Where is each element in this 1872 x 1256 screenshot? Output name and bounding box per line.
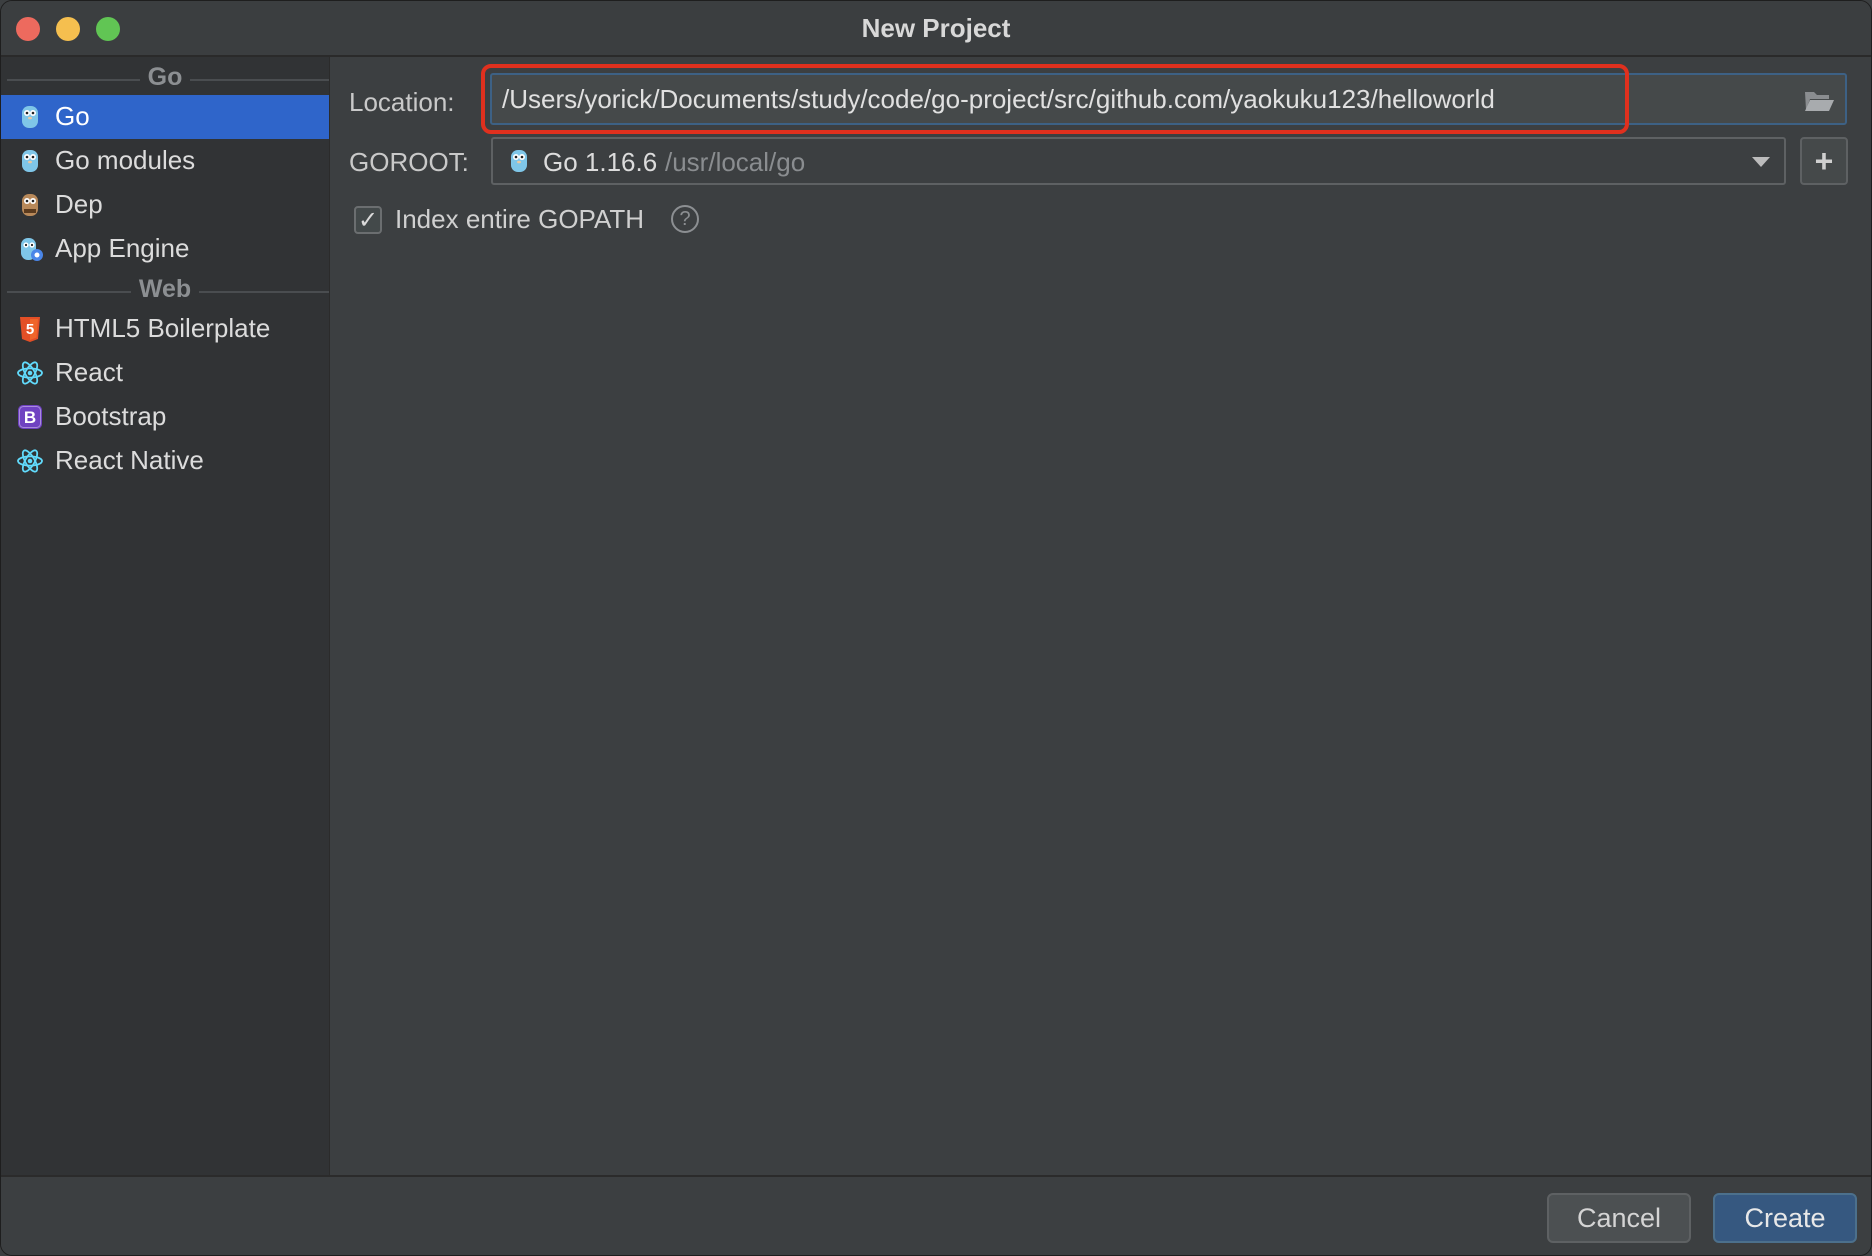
create-button[interactable]: Create	[1713, 1193, 1857, 1243]
sidebar-item-go[interactable]: Go	[1, 95, 329, 139]
gopher-icon	[511, 150, 527, 172]
sidebar-item-label: Go	[55, 101, 90, 131]
project-type-sidebar: Go Go Go modules Dep App Engine Web 5 HT…	[1, 57, 330, 1175]
help-glyph: ?	[679, 208, 691, 230]
app-engine-gopher-icon	[21, 238, 43, 261]
folder-open-icon[interactable]	[1803, 87, 1835, 113]
index-gopath-label[interactable]: Index entire GOPATH	[395, 204, 644, 235]
help-icon[interactable]: ?	[671, 205, 699, 233]
sidebar-item-react-native[interactable]: React Native	[1, 439, 329, 483]
react-icon	[17, 449, 43, 473]
sidebar-item-label: React Native	[55, 445, 204, 475]
group-header-label: Go	[139, 63, 191, 91]
svg-text:B: B	[24, 408, 36, 427]
sidebar-item-label: HTML5 Boilerplate	[55, 313, 271, 343]
html5-icon: 5	[20, 317, 40, 342]
group-header-web: Web	[1, 273, 329, 309]
group-header-go: Go	[1, 61, 329, 97]
window-title: New Project	[861, 13, 1011, 43]
location-field[interactable]: /Users/yorick/Documents/study/code/go-pr…	[490, 73, 1847, 125]
sidebar-item-go-modules[interactable]: Go modules	[1, 139, 329, 183]
sidebar-item-label: Bootstrap	[55, 401, 167, 431]
add-sdk-button[interactable]: +	[1800, 137, 1848, 185]
goroot-dropdown[interactable]: Go 1.16.6 /usr/local/go	[491, 137, 1786, 185]
gopher-icon	[22, 150, 38, 172]
goroot-version: Go 1.16.6	[543, 147, 658, 177]
sidebar-item-html5-boilerplate[interactable]: 5 HTML5 Boilerplate	[1, 307, 329, 351]
dialog-footer: Cancel Create	[1, 1175, 1871, 1255]
sidebar-item-label: App Engine	[55, 233, 190, 263]
sidebar-item-react[interactable]: React	[1, 351, 329, 395]
location-input[interactable]: /Users/yorick/Documents/study/code/go-pr…	[502, 84, 1495, 115]
gopher-icon	[22, 106, 38, 128]
react-icon	[17, 361, 43, 385]
goroot-path: /usr/local/go	[665, 147, 806, 177]
goroot-label: GOROOT:	[349, 147, 469, 177]
sidebar-item-dep[interactable]: Dep	[1, 183, 329, 227]
sidebar-item-bootstrap[interactable]: B Bootstrap	[1, 395, 329, 439]
sidebar-item-label: Dep	[55, 189, 103, 219]
cancel-button[interactable]: Cancel	[1547, 1193, 1691, 1243]
sidebar-item-app-engine[interactable]: App Engine	[1, 227, 329, 271]
svg-text:5: 5	[26, 321, 34, 338]
dep-gopher-icon	[22, 194, 38, 216]
title-bar: New Project	[1, 1, 1871, 57]
bootstrap-icon: B	[18, 405, 42, 429]
sidebar-item-label: React	[55, 357, 123, 387]
checkmark-icon: ✓	[357, 207, 379, 234]
location-label: Location:	[349, 87, 455, 117]
chevron-down-icon[interactable]	[1752, 157, 1770, 167]
sidebar-item-label: Go modules	[55, 145, 196, 175]
new-project-dialog: New Project Go Go Go modules Dep App Eng…	[0, 0, 1872, 1256]
plus-icon: +	[1814, 143, 1834, 179]
group-header-label: Web	[130, 275, 200, 303]
index-gopath-checkbox[interactable]: ✓	[354, 206, 382, 234]
